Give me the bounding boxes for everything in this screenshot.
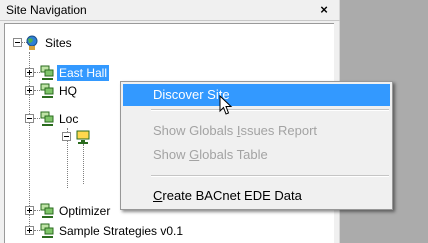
tree-node-child[interactable] [5, 128, 125, 146]
menu-separator [151, 109, 389, 111]
context-menu: Discover Site Show Globals Issues Report… [120, 81, 393, 210]
menu-item-discover-site[interactable]: Discover Site [123, 84, 390, 106]
tree-node-east-hall[interactable]: East Hall [5, 64, 334, 82]
tree-node-label: Sites [45, 36, 72, 50]
tree-node-label: East Hall [57, 65, 110, 81]
menu-item-mnemonic: C [153, 188, 163, 203]
expand-icon[interactable] [25, 226, 34, 235]
menu-item-label: lobals Table [199, 147, 268, 162]
menu-item-label: Show Globals [153, 123, 237, 138]
tree-node-label: Loc [59, 112, 79, 126]
menu-item-show-globals-table[interactable]: Show Globals Table [123, 144, 390, 166]
expand-icon[interactable] [25, 86, 34, 95]
expand-icon[interactable] [25, 206, 34, 215]
menu-item-show-globals-issues-report[interactable]: Show Globals Issues Report [123, 120, 390, 142]
computer-network-icon [40, 83, 54, 98]
tree-node-label: Optimizer [59, 204, 111, 218]
computer-icon [76, 130, 90, 144]
tree-node-label: Sample Strategies v0.1 [59, 224, 184, 238]
panel-title: Site Navigation [6, 3, 87, 17]
computer-network-icon [40, 203, 54, 218]
menu-separator [151, 175, 389, 177]
globe-person-icon [26, 35, 38, 50]
expand-icon[interactable] [25, 68, 34, 77]
collapse-icon[interactable] [13, 38, 22, 47]
collapse-icon[interactable] [62, 132, 71, 141]
close-icon[interactable]: × [316, 0, 332, 20]
computer-network-icon [40, 223, 54, 238]
menu-item-label: Show [153, 147, 190, 162]
computer-network-icon [40, 65, 54, 80]
tree-connector [83, 144, 84, 184]
menu-item-label: reate BACnet EDE Data [162, 188, 302, 203]
tree-node-sample-strategies[interactable]: Sample Strategies v0.1 [5, 222, 334, 240]
tree-node-sites[interactable]: Sites [5, 34, 334, 52]
computer-network-icon [40, 111, 54, 126]
collapse-icon[interactable] [25, 114, 34, 123]
menu-item-label: ssues Report [240, 123, 318, 138]
mouse-pointer-icon [219, 95, 233, 115]
menu-item-mnemonic: G [189, 147, 200, 162]
panel-titlebar: Site Navigation × [0, 0, 340, 21]
tree-node-label: HQ [59, 84, 77, 98]
menu-item-create-bacnet-ede-data[interactable]: Create BACnet EDE Data [123, 185, 390, 207]
